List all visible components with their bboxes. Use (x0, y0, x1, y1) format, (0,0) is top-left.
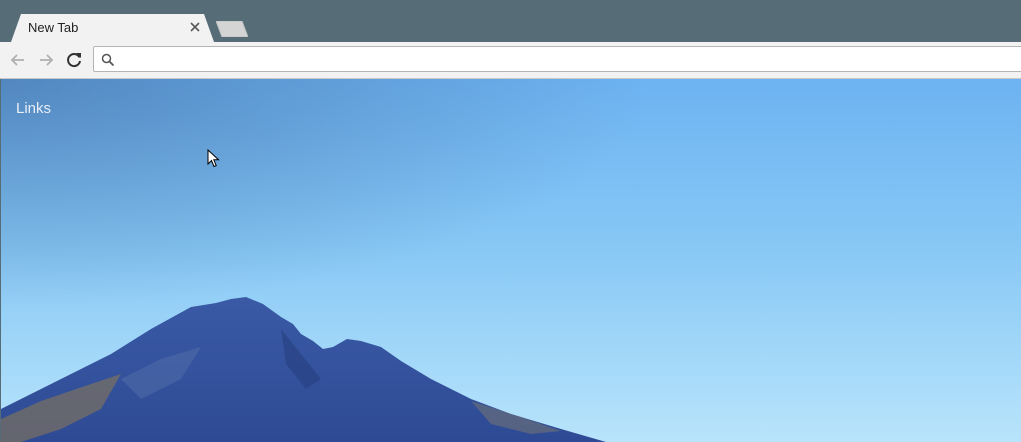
forward-arrow-icon[interactable] (36, 50, 56, 70)
reload-icon[interactable] (64, 50, 84, 70)
toolbar (0, 42, 1021, 79)
mouse-cursor-icon (207, 149, 220, 168)
new-tab-page: Links (1, 79, 1021, 442)
tab-strip: New Tab (0, 0, 1021, 42)
omnibox-input[interactable] (120, 47, 1020, 71)
close-icon[interactable] (188, 20, 202, 34)
search-icon (101, 53, 115, 67)
links-button[interactable]: Links (16, 100, 51, 117)
new-tab-button[interactable] (216, 21, 248, 37)
background-vignette (1, 79, 1021, 442)
back-arrow-icon[interactable] (8, 50, 28, 70)
browser-window: New Tab Links (0, 0, 1021, 442)
tab-new-tab[interactable]: New Tab (11, 14, 214, 42)
omnibox[interactable] (93, 46, 1021, 72)
tab-title: New Tab (28, 20, 79, 35)
